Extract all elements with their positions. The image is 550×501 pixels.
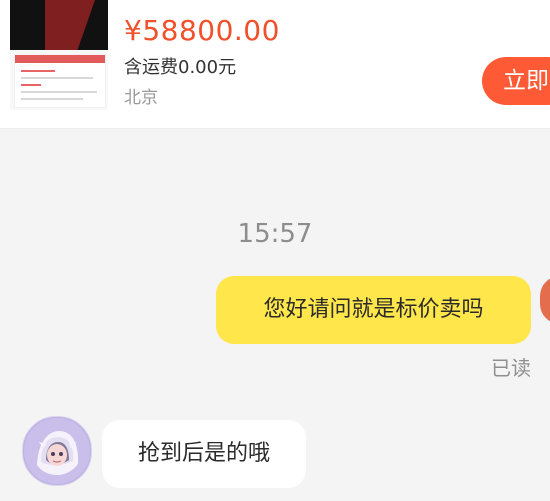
outgoing-message-bubble[interactable]: 您好请问就是标价卖吗 xyxy=(216,276,531,344)
self-avatar[interactable] xyxy=(540,276,550,324)
product-location: 北京 xyxy=(124,88,158,108)
product-card[interactable]: ¥58800.00 含运费0.00元 北京 立即 xyxy=(0,0,550,129)
preview-line xyxy=(21,84,41,86)
preview-line xyxy=(21,77,93,79)
contact-avatar[interactable] xyxy=(22,416,92,486)
incoming-message-bubble[interactable]: 抢到后是的哦 xyxy=(102,420,306,488)
product-thumbnail-accent xyxy=(45,0,95,50)
shipping-info: 含运费0.00元 xyxy=(124,57,237,78)
buy-now-button[interactable]: 立即 xyxy=(482,57,550,105)
product-thumbnail-preview xyxy=(14,54,106,108)
product-price: ¥58800.00 xyxy=(124,14,280,47)
product-thumbnail-top xyxy=(10,0,108,50)
preview-line xyxy=(21,91,97,93)
preview-header-bar xyxy=(15,55,105,63)
contact-avatar-illustration xyxy=(24,418,90,484)
read-status: 已读 xyxy=(491,356,531,380)
message-timestamp: 15:57 xyxy=(237,219,313,249)
preview-line xyxy=(21,98,83,100)
product-thumbnail[interactable] xyxy=(10,0,108,110)
preview-line xyxy=(21,70,55,72)
